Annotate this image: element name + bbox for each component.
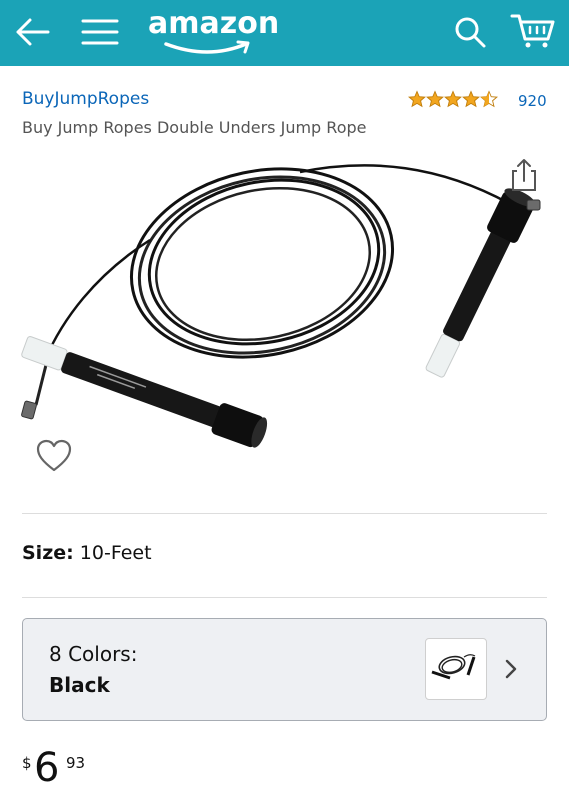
price-fraction: 93: [66, 754, 86, 772]
star-half-icon: [480, 90, 498, 108]
logo-smile-icon: [164, 40, 250, 54]
size-label: Size:: [22, 542, 74, 564]
chevron-right-icon: [505, 659, 517, 679]
color-swatch-thumbnail[interactable]: [425, 638, 487, 700]
share-icon[interactable]: [508, 157, 540, 193]
heart-icon[interactable]: [34, 436, 74, 476]
top-app-bar: amazon: [0, 0, 569, 66]
cart-button[interactable]: [506, 8, 560, 54]
divider: [22, 513, 547, 514]
star-icon: [444, 90, 462, 108]
cart-icon: [510, 14, 555, 48]
size-value: 10-Feet: [79, 542, 152, 564]
back-button[interactable]: [10, 12, 54, 52]
star-icon: [462, 90, 480, 108]
price-currency: $: [22, 754, 32, 772]
colors-label: 8 Colors:: [49, 642, 138, 666]
color-selector[interactable]: 8 Colors: Black: [22, 618, 547, 721]
search-icon: [455, 17, 486, 48]
brand-link[interactable]: BuyJumpRopes: [22, 89, 149, 109]
divider: [22, 597, 547, 598]
menu-button[interactable]: [78, 12, 122, 52]
size-line: Size: 10-Feet: [22, 542, 152, 564]
star-icon: [426, 90, 444, 108]
price-whole: 6: [34, 745, 60, 791]
jump-rope-thumbnail-icon: [431, 654, 476, 680]
amazon-logo[interactable]: amazon: [148, 6, 288, 58]
star-rating[interactable]: [408, 90, 498, 108]
back-arrow-icon: [16, 18, 50, 46]
product-image[interactable]: [0, 150, 569, 500]
search-button[interactable]: [448, 10, 492, 54]
product-title: Buy Jump Ropes Double Unders Jump Rope: [22, 118, 367, 137]
rating-count-link[interactable]: 920: [518, 92, 547, 110]
star-icon: [408, 90, 426, 108]
hamburger-menu-icon: [81, 19, 119, 45]
logo-text: amazon: [148, 6, 280, 41]
selected-color: Black: [49, 673, 110, 697]
